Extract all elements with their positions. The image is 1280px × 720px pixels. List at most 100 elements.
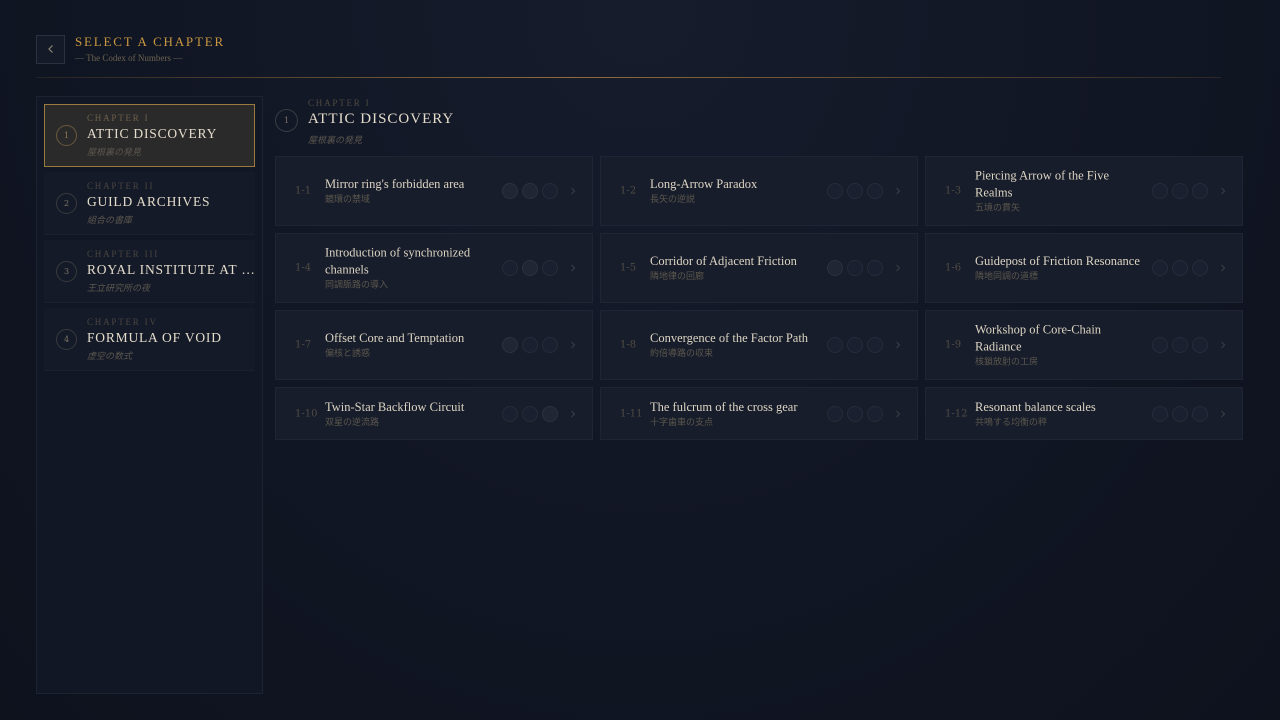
stage-title: Workshop of Core-Chain Radiance <box>975 322 1102 354</box>
title-block: Select a Chapter — The Codex of Numbers … <box>75 34 225 64</box>
star-slot-icon <box>1192 260 1208 276</box>
stage-title: Guidepost of Friction Resonance <box>975 254 1140 268</box>
stage-subtitle: 長矢の逆説 <box>650 195 696 205</box>
sidebar-item-chapter-2[interactable]: 2 Chapter II Guild Archives 組合の書庫 <box>44 172 255 235</box>
stage-subtitle: 鏡環の禁域 <box>325 195 371 205</box>
stage-code: 1-10 <box>295 408 318 419</box>
star-slot-icon <box>522 337 538 353</box>
chevron-right-icon <box>1221 410 1226 417</box>
star-slots <box>1152 260 1208 276</box>
star-slot-icon <box>827 183 843 199</box>
chapter-title: Attic Discovery <box>308 111 455 127</box>
star-slot-icon <box>1192 183 1208 199</box>
chevron-right-icon <box>571 410 576 417</box>
star-slot-icon <box>502 260 518 276</box>
star-slots <box>502 183 558 199</box>
star-slot-icon <box>1152 183 1168 199</box>
star-slot-icon <box>502 405 518 422</box>
chapter-kicker: Chapter IV <box>87 317 158 327</box>
stage-text: Piercing Arrow of the Five Realms 五境の貫矢 <box>975 168 1141 215</box>
stage-card-1-1[interactable]: 1-1 Mirror ring's forbidden area 鏡環の禁域 <box>275 156 593 226</box>
stage-text: Convergence of the Factor Path 約倍導路の収束 <box>650 330 816 360</box>
chapter-number-badge: 3 <box>56 261 77 282</box>
chevron-right-icon <box>896 341 901 349</box>
star-slot-icon <box>847 337 863 353</box>
chapter-number-badge: 1 <box>275 109 298 132</box>
sidebar-item-chapter-1[interactable]: 1 Chapter I Attic Discovery 屋根裏の発見 <box>44 104 255 167</box>
stage-card-1-9[interactable]: 1-9 Workshop of Core-Chain Radiance 核鎖放射の工… <box>925 310 1243 380</box>
chapter-name: Formula of Void <box>87 330 222 345</box>
star-slot-icon <box>502 337 518 353</box>
stage-code: 1-9 <box>945 339 962 351</box>
star-slot-icon <box>542 405 558 422</box>
star-slot-icon <box>502 183 518 199</box>
star-slot-icon <box>542 183 558 199</box>
chapter-subtitle: 王立研究所の夜 <box>87 284 151 294</box>
stage-text: Workshop of Core-Chain Radiance 核鎖放射の工房 <box>975 322 1141 369</box>
stage-card-1-2[interactable]: 1-2 Long-Arrow Paradox 長矢の逆説 <box>600 156 918 226</box>
chevron-right-icon <box>571 187 576 195</box>
stage-code: 1-2 <box>620 185 637 197</box>
stage-card-1-8[interactable]: 1-8 Convergence of the Factor Path 約倍導路の収束 <box>600 310 918 380</box>
stage-subtitle: 隣地同調の道標 <box>975 272 1039 282</box>
stage-subtitle: 同調脈路の導入 <box>325 280 389 291</box>
star-slot-icon <box>847 405 863 422</box>
star-slot-icon <box>522 405 538 422</box>
stage-subtitle: 隣地律の回廊 <box>650 272 705 282</box>
stage-text: The fulcrum of the cross gear 十字歯車の支点 <box>650 399 816 429</box>
star-slot-icon <box>867 260 883 276</box>
stage-title: Long-Arrow Paradox <box>650 177 758 191</box>
star-slot-icon <box>867 183 883 199</box>
star-slot-icon <box>1192 405 1208 422</box>
star-slot-icon <box>1172 183 1188 199</box>
stage-subtitle: 核鎖放射の工房 <box>975 357 1039 368</box>
star-slot-icon <box>1152 260 1168 276</box>
stage-text: Twin-Star Backflow Circuit 双星の逆流路 <box>325 399 491 429</box>
stage-card-1-3[interactable]: 1-3 Piercing Arrow of the Five Realms 五境の貫… <box>925 156 1243 226</box>
star-slot-icon <box>542 260 558 276</box>
stage-text: Resonant balance scales 共鳴する均衡の秤 <box>975 399 1141 429</box>
stage-card-1-11[interactable]: 1-11 The fulcrum of the cross gear 十字歯車の支点 <box>600 387 918 440</box>
star-slot-icon <box>1152 337 1168 353</box>
chevron-right-icon <box>896 264 901 272</box>
stage-subtitle: 偏核と誘惑 <box>325 349 371 359</box>
sidebar-item-chapter-3[interactable]: 3 Chapter III Royal Institute at Night 王… <box>44 240 255 303</box>
stage-title: The fulcrum of the cross gear <box>650 399 798 414</box>
stage-text: Long-Arrow Paradox 長矢の逆説 <box>650 176 816 206</box>
star-slot-icon <box>867 337 883 353</box>
stage-code: 1-3 <box>945 185 962 197</box>
stage-title: Mirror ring's forbidden area <box>325 177 465 191</box>
star-slot-icon <box>827 260 843 276</box>
chapter-subtitle: 組合の書庫 <box>87 216 133 226</box>
back-button[interactable] <box>36 34 65 64</box>
chapter-number-badge: 2 <box>56 193 77 214</box>
stage-code: 1-8 <box>620 339 637 351</box>
star-slots <box>1152 337 1208 353</box>
star-slots <box>502 337 558 353</box>
chapter-kicker: Chapter III <box>87 249 160 259</box>
star-slots <box>827 260 883 276</box>
stage-code: 1-4 <box>295 262 312 274</box>
chapter-name: Royal Institute at Night <box>87 262 255 277</box>
stage-card-1-10[interactable]: 1-10 Twin-Star Backflow Circuit 双星の逆流路 <box>275 387 593 440</box>
stage-card-1-7[interactable]: 1-7 Offset Core and Temptation 偏核と誘惑 <box>275 310 593 380</box>
star-slot-icon <box>847 260 863 276</box>
stage-code: 1-12 <box>945 408 968 419</box>
star-slots <box>1152 183 1208 199</box>
sidebar-item-chapter-4[interactable]: 4 Chapter IV Formula of Void 虚空の数式 <box>44 308 255 371</box>
page-title: Select a Chapter <box>75 34 225 49</box>
stage-card-1-12[interactable]: 1-12 Resonant balance scales 共鳴する均衡の秤 <box>925 387 1243 440</box>
stage-subtitle: 共鳴する均衡の秤 <box>975 417 1048 428</box>
star-slot-icon <box>1172 260 1188 276</box>
stage-code: 1-11 <box>620 408 643 419</box>
star-slots <box>502 405 558 422</box>
stage-card-1-5[interactable]: 1-5 Corridor of Adjacent Friction 隣地律の回廊 <box>600 233 918 303</box>
chevron-left-icon <box>47 45 53 53</box>
page-subtitle: — The Codex of Numbers — <box>75 53 183 63</box>
stage-text: Mirror ring's forbidden area 鏡環の禁域 <box>325 176 491 206</box>
star-slot-icon <box>1172 337 1188 353</box>
chapter-name: Attic Discovery <box>87 126 218 141</box>
star-slot-icon <box>522 260 538 276</box>
stage-card-1-4[interactable]: 1-4 Introduction of synchronized channels… <box>275 233 593 303</box>
stage-card-1-6[interactable]: 1-6 Guidepost of Friction Resonance 隣地同調の道… <box>925 233 1243 303</box>
